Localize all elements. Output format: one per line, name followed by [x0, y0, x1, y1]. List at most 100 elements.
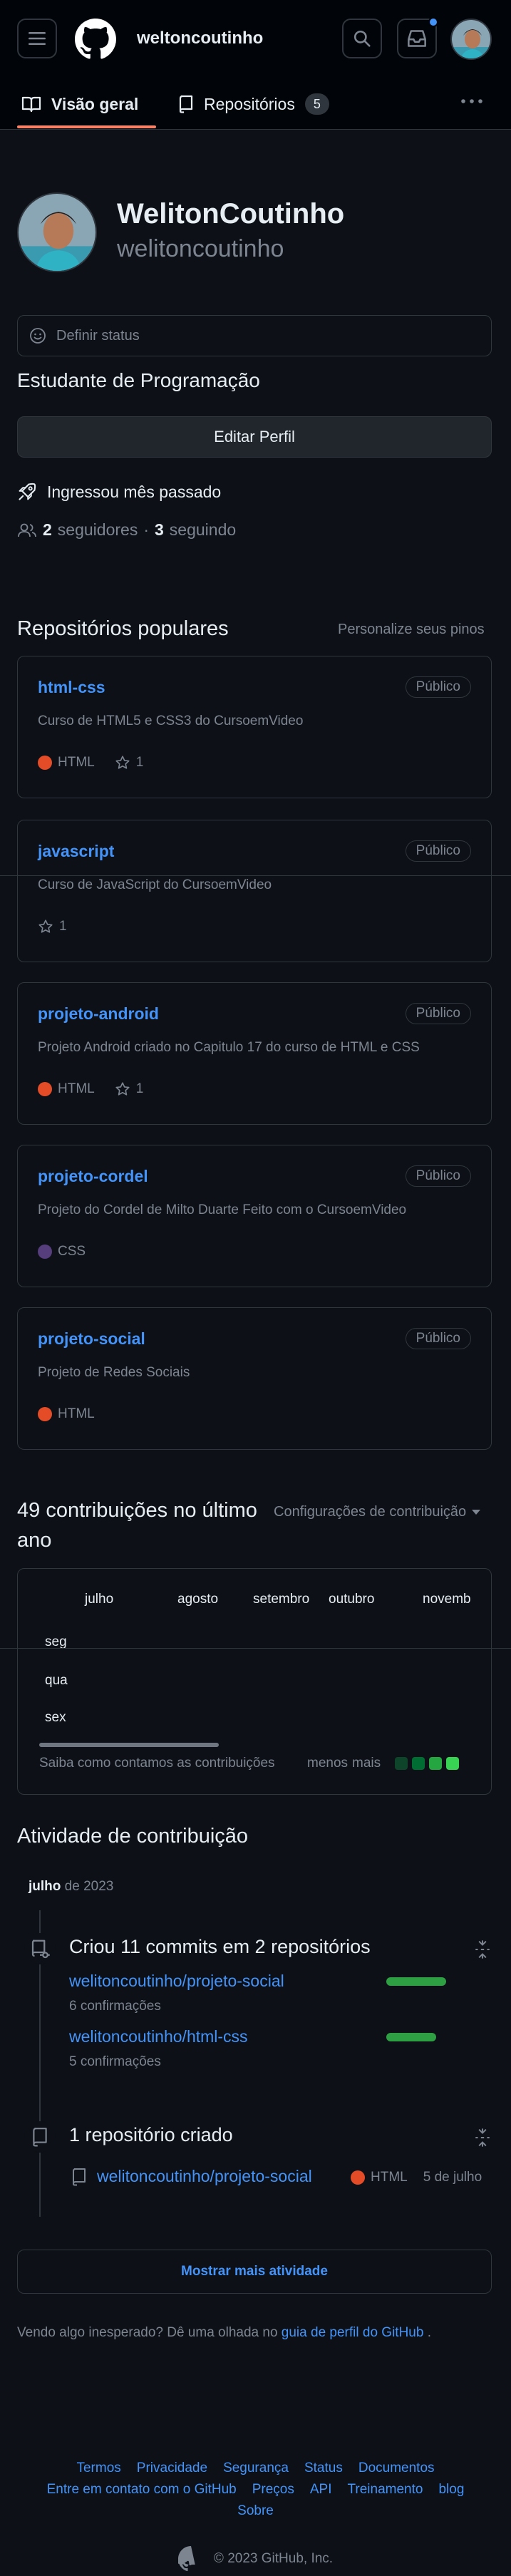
header-username[interactable]: weltoncoutinho	[137, 29, 263, 48]
repo-language: HTML	[38, 1081, 95, 1097]
star-icon	[115, 755, 130, 771]
pinned-repo-card[interactable]: projeto-android Público Projeto Android cr…	[17, 982, 492, 1125]
repo-description: Projeto de Redes Sociais	[38, 1365, 190, 1380]
pinned-repo-card[interactable]: javascript Público Curso de JavaScript do …	[17, 820, 492, 962]
repo-meta: HTML 1	[38, 755, 143, 771]
footer-link[interactable]: API	[310, 2482, 332, 2498]
joined-label: Ingressou mês passado	[47, 482, 222, 501]
repositories-counter: 5	[304, 93, 329, 115]
repo-name-link[interactable]: html-css	[38, 678, 105, 697]
repo-language-label: HTML	[58, 1081, 95, 1096]
star-count: 1	[135, 755, 144, 770]
footer-link[interactable]: Sobre	[237, 2503, 274, 2519]
repo-stars[interactable]: 1	[115, 755, 144, 771]
repo-stars[interactable]: 1	[38, 919, 67, 934]
commit-repo-link[interactable]: welitoncoutinho/projeto-social	[69, 1972, 284, 1991]
created-repo-meta: HTML 5 de julho	[351, 2170, 482, 2185]
commit-share-bar	[386, 2033, 436, 2041]
tab-repositories-label: Repositórios	[204, 94, 295, 113]
profile-avatar[interactable]	[17, 192, 97, 272]
github-logo-icon[interactable]	[75, 19, 116, 60]
created-date: 5 de julho	[423, 2170, 482, 2185]
repo-icon	[71, 2168, 87, 2186]
repo-language-label: HTML	[58, 755, 95, 770]
legend-square	[395, 1757, 408, 1770]
footer-link[interactable]: Entre em contato com o GitHub	[47, 2482, 237, 2498]
show-more-activity-button[interactable]: Mostrar mais atividade	[17, 2250, 492, 2294]
footer-link[interactable]: Status	[304, 2461, 343, 2476]
calendar-month: agosto	[177, 1592, 219, 1607]
unexpected-notice: Vendo algo inesperado? Dê uma olhada no …	[17, 2325, 431, 2341]
tab-repositories[interactable]: Repositórios 5	[178, 78, 329, 130]
tab-overview[interactable]: Visão geral	[21, 78, 138, 130]
contribution-settings-label: Configurações de contribuição	[274, 1504, 467, 1520]
activity-month: julho	[29, 1879, 61, 1894]
set-status-label: Definir status	[56, 327, 140, 344]
fold-icon[interactable]	[473, 1940, 492, 1959]
footer-link[interactable]: Preços	[252, 2482, 294, 2498]
followers-count[interactable]: 2	[43, 520, 52, 540]
repo-meta: HTML 1	[38, 1081, 143, 1097]
visibility-badge: Público	[405, 1328, 471, 1349]
triangle-down-icon	[472, 1509, 481, 1515]
repo-name-link[interactable]: projeto-android	[38, 1004, 159, 1024]
repo-name-link[interactable]: javascript	[38, 842, 114, 861]
repo-description: Projeto do Cordel de Milto Duarte Feito …	[38, 1202, 407, 1217]
contribution-calendar[interactable]: julho agosto setembro outubro novemb seg…	[17, 1568, 492, 1795]
repo-name-link[interactable]: projeto-social	[38, 1329, 145, 1349]
tab-overview-label: Visão geral	[51, 94, 139, 113]
followers-label[interactable]: seguidores	[58, 520, 138, 540]
visibility-badge: Público	[405, 1003, 471, 1024]
edit-profile-button[interactable]: Editar Perfil	[17, 416, 492, 458]
people-icon	[17, 522, 37, 539]
calendar-month: outubro	[329, 1592, 375, 1607]
repo-description: Curso de JavaScript do CursoemVideo	[38, 877, 272, 892]
following-label[interactable]: seguindo	[170, 520, 236, 540]
contribution-settings-dropdown[interactable]: Configurações de contribuição	[274, 1504, 481, 1520]
following-count[interactable]: 3	[155, 520, 164, 540]
pinned-repo-card[interactable]: projeto-cordel Público Projeto do Cordel d…	[17, 1145, 492, 1287]
more-tabs-icon[interactable]	[460, 93, 484, 110]
profile-login: welitoncoutinho	[117, 235, 284, 262]
created-repo-link[interactable]: welitoncoutinho/projeto-social	[97, 2167, 312, 2186]
star-count: 1	[135, 1081, 144, 1096]
footer-link[interactable]: Documentos	[358, 2461, 435, 2476]
activity-title: Atividade de contribuição	[17, 1825, 249, 1848]
active-tab-indicator	[17, 125, 156, 128]
pinned-repo-card[interactable]: html-css Público Curso de HTML5 e CSS3 do …	[17, 656, 492, 798]
avatar[interactable]	[450, 19, 492, 60]
github-mark-icon[interactable]	[177, 2546, 204, 2572]
pinned-repo-card[interactable]: projeto-social Público Projeto de Redes So…	[17, 1307, 492, 1450]
commit-count: 6 confirmações	[69, 1999, 161, 2014]
menu-button[interactable]	[17, 19, 57, 58]
footer-link[interactable]: Segurança	[223, 2461, 289, 2476]
unexpected-suffix: .	[427, 2325, 431, 2340]
rocket-icon	[17, 482, 37, 502]
fold-icon[interactable]	[473, 2128, 492, 2147]
footer-link[interactable]: Treinamento	[348, 2482, 423, 2498]
footer-link[interactable]: Privacidade	[137, 2461, 207, 2476]
repo-stars[interactable]: 1	[115, 1081, 144, 1097]
repo-language-label: CSS	[58, 1244, 86, 1259]
set-status-button[interactable]: Definir status	[17, 315, 492, 356]
commit-repo-link[interactable]: welitoncoutinho/html-css	[69, 2027, 248, 2046]
language-color-dot	[38, 1407, 52, 1421]
repo-language-label: HTML	[58, 1406, 95, 1421]
created-repo-row: welitoncoutinho/projeto-social	[71, 2167, 312, 2186]
search-button[interactable]	[342, 19, 382, 58]
repo-name-link[interactable]: projeto-cordel	[38, 1167, 148, 1186]
calendar-day: qua	[45, 1673, 68, 1688]
footer-link[interactable]: Termos	[76, 2461, 120, 2476]
learn-contributions-link[interactable]: Saiba como contamos as contribuições	[39, 1756, 275, 1771]
star-icon	[38, 919, 53, 934]
profile-name: WelitonCoutinho	[117, 198, 345, 230]
language-color-dot	[38, 756, 52, 770]
customize-pins-link[interactable]: Personalize seus pinos	[338, 622, 485, 638]
calendar-scrollbar[interactable]	[39, 1743, 219, 1747]
commit-count: 5 confirmações	[69, 2054, 161, 2069]
footer-link[interactable]: blog	[438, 2482, 464, 2498]
contributions-title: 49 contribuições no último ano	[17, 1499, 257, 1552]
repo-meta: CSS	[38, 1244, 86, 1259]
profile-guide-link[interactable]: guia de perfil do GitHub	[282, 2325, 424, 2340]
star-count: 1	[59, 919, 67, 934]
